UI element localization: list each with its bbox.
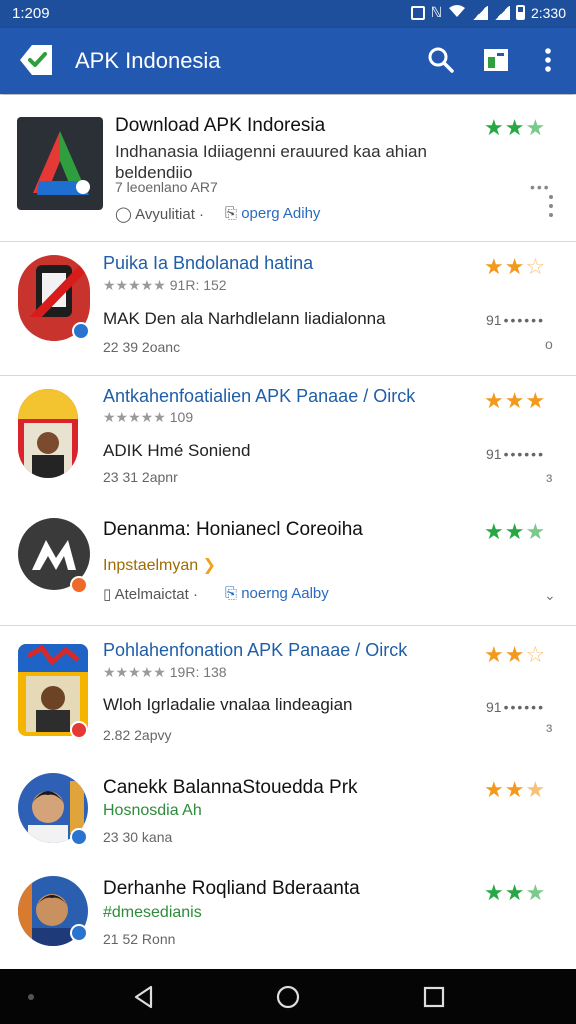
item-action-row: ▯ Atelmaictat · (103, 585, 198, 603)
review-count: 109 (169, 409, 194, 425)
review-row: ★★★★★ 19R: 138 (103, 664, 227, 680)
circle-icon: ◯ (115, 206, 132, 223)
chevron-icon[interactable]: o (545, 336, 553, 352)
item-title[interactable]: Canekk BalannaStouedda Prk (103, 777, 358, 799)
search-icon[interactable] (426, 45, 456, 75)
app-logo-icon[interactable] (18, 43, 54, 77)
list-item[interactable]: Derhanhe Roqliand Bderaanta #dmesedianis… (0, 868, 576, 969)
dot-icon (28, 994, 34, 1000)
item-action-row-2: ⎘ operg Adihy (225, 205, 320, 222)
item-action-row: ◯ Avyulitiat · (115, 205, 204, 223)
home-icon[interactable] (275, 984, 301, 1010)
item-action-1[interactable]: Atelmaictat · (115, 586, 198, 603)
gallery-icon (410, 5, 425, 20)
item-title[interactable]: Download APK Indoresia (115, 115, 325, 137)
rating-stars: ★★★ (484, 880, 547, 905)
review-count: 19R: 138 (169, 664, 227, 680)
status-badge (70, 576, 88, 594)
chevron-down-icon[interactable]: ⌄ (544, 587, 556, 604)
recents-icon[interactable] (421, 984, 447, 1010)
item-count: 91 •••••• (486, 699, 545, 715)
status-icons: ℕ 2:330 (410, 4, 566, 21)
list-item[interactable]: Puika Ia Bndolanad hatina ★★★★★ 91R: 152 … (0, 242, 576, 375)
item-title[interactable]: Pohlahenfonation APK Panaae / Oirck (103, 640, 407, 661)
rating-stars: ★★☆ (484, 642, 547, 667)
bookmark-icon[interactable] (481, 45, 511, 75)
more-vert-icon[interactable] (533, 45, 563, 75)
item-title[interactable]: Denanma: Honianecl Coreoiha (103, 519, 363, 541)
review-count: 91R: 152 (169, 277, 227, 293)
app-list: Download APK Indoresia Indhanasia Idiiag… (0, 95, 576, 969)
app-icon-item2 (18, 389, 78, 478)
rating-stars: ★★★ (484, 519, 547, 544)
review-row: ★★★★★ 91R: 152 (103, 277, 227, 293)
more-vert-icon[interactable] (549, 195, 553, 222)
navigation-bar (0, 969, 576, 1024)
item-meta: 22 39 2oanc (103, 339, 181, 355)
item-action-2[interactable]: operg Adihy (241, 205, 320, 222)
wifi-icon (448, 4, 466, 21)
item-count: 91 •••••• (486, 312, 545, 328)
item-title[interactable]: Antkahenfoatialien APK Panaae / Oirck (103, 386, 415, 407)
download-icon: ⎘ (225, 205, 238, 222)
file-icon: ▯ (103, 586, 112, 603)
verified-badge (72, 322, 90, 340)
battery-icon (515, 5, 525, 20)
item-meta: 2.82 2apvy (103, 727, 172, 743)
list-item[interactable]: Pohlahenfonation APK Panaae / Oirck ★★★★… (0, 626, 576, 765)
dots-indicator: ••• (530, 179, 551, 195)
review-row: ★★★★★ 109 (103, 409, 194, 425)
rating-stars: ★★★ (484, 115, 547, 140)
item-description: Indhanasia Idiiagenni erauured kaa ahian (115, 142, 427, 161)
item-title[interactable]: Derhanhe Roqliand Bderaanta (103, 878, 360, 900)
rating-stars: ★★★ (484, 388, 547, 413)
status-right-text: 2:330 (530, 4, 566, 21)
item-subtitle: ADIK Hmé Soniend (103, 441, 251, 460)
item-action-row-2: ⎘ noerng Aalby (225, 585, 329, 602)
download-icon: ⎘ (225, 585, 238, 602)
signal-icon (471, 5, 488, 20)
list-item[interactable]: Antkahenfoatialien APK Panaae / Oirck ★★… (0, 376, 576, 507)
rating-stars: ★★☆ (484, 254, 547, 279)
chevron-icon[interactable]: ɜ (546, 719, 552, 735)
status-bar: 1:209 ℕ 2:330 (0, 0, 576, 28)
back-icon[interactable] (131, 984, 157, 1010)
item-action-1[interactable]: Avyulitiat · (135, 206, 204, 223)
app-title: APK Indonesia (75, 48, 221, 73)
app-bar: APK Indonesia (0, 28, 576, 94)
verified-badge (70, 924, 88, 942)
signal-icon (493, 5, 510, 20)
item-meta: 7 leoenlano AR7 (115, 179, 218, 195)
item-subtitle: MAK Den ala Narhdlelann liadialonna (103, 309, 386, 328)
item-tag: Inpstaelmyan ❯ (103, 557, 217, 574)
item-subtitle: Wloh Igrladalie vnalaa lindeagian (103, 695, 353, 714)
chevron-icon[interactable]: ɜ (546, 469, 552, 485)
item-meta: 23 30 kana (103, 829, 173, 845)
item-tag: Hosnosdia Ah (103, 802, 202, 819)
list-item[interactable]: Canekk BalannaStouedda Prk Hosnosdia Ah … (0, 765, 576, 868)
item-meta: 23 31 2apnr (103, 469, 178, 485)
app-icon-apk (17, 117, 103, 210)
list-item[interactable]: Download APK Indoresia Indhanasia Idiiag… (0, 95, 576, 241)
nfc-icon: ℕ (430, 4, 442, 20)
verified-badge (70, 828, 88, 846)
list-item[interactable]: Denanma: Honianecl Coreoiha Inpstaelmyan… (0, 507, 576, 625)
item-title[interactable]: Puika Ia Bndolanad hatina (103, 253, 313, 274)
status-badge (70, 721, 88, 739)
item-meta: 21 52 Ronn (103, 931, 176, 947)
item-count: 91 •••••• (486, 446, 545, 462)
status-time: 1:209 (12, 5, 50, 22)
item-action-2[interactable]: noerng Aalby (241, 585, 329, 602)
rating-stars: ★★★ (484, 777, 547, 802)
item-tag: #dmesedianis (103, 904, 202, 921)
